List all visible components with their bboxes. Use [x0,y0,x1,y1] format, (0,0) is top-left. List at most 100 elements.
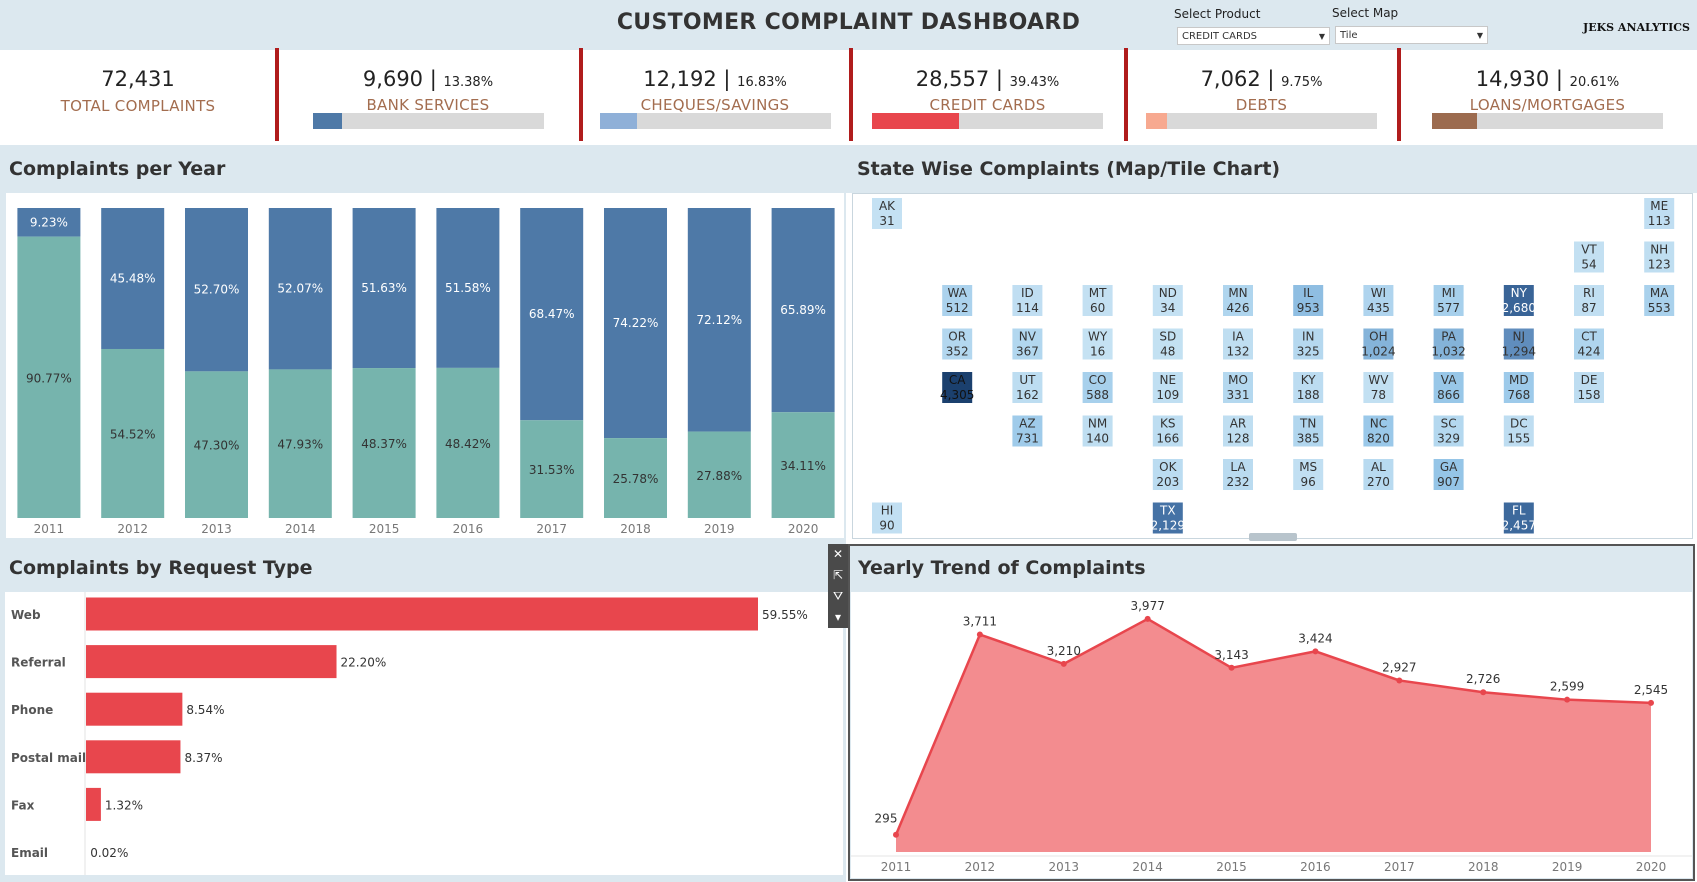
kpi-value: 9,690 | 13.38% [362,67,494,91]
state-count: 385 [1297,432,1320,446]
state-count: 1,294 [1502,345,1536,359]
state-code: TX [1159,504,1176,518]
kpi-divider [849,48,853,141]
x-tick-label: 2011 [34,522,65,536]
data-label: 34.11% [780,459,826,473]
state-tile-map: AK31ME113VT54NH123WA512ID114MT60ND34MN42… [872,198,1675,534]
data-label: 3,424 [1298,631,1332,645]
x-tick-label: 2016 [453,522,484,536]
kpi-share-bar [1146,113,1377,129]
kpi-card[interactable]: 28,557 | 39.43% CREDIT CARDS [850,50,1125,141]
kpi-label: DEBTS [1235,96,1288,114]
state-code: DC [1510,417,1528,431]
state-count: 78 [1371,388,1386,402]
close-icon[interactable]: ✕ [828,544,848,565]
state-code: NY [1511,286,1528,300]
state-code: LA [1230,460,1246,474]
x-tick-label: 2012 [117,522,148,536]
x-tick-label: 2015 [369,522,400,536]
x-tick-label: 2011 [881,860,912,874]
data-point [1564,696,1571,703]
popout-icon[interactable]: ⇱ [828,565,848,586]
state-count: 270 [1367,475,1390,489]
bar [86,645,337,679]
state-code: SC [1441,417,1457,431]
state-code: OK [1159,460,1177,474]
state-code: FL [1512,504,1526,518]
state-code: ID [1021,286,1034,300]
per-year-title: Complaints per Year [9,158,226,180]
data-label: 65.89% [780,303,826,317]
state-code: AZ [1019,417,1035,431]
data-point [1480,689,1487,696]
bar [86,692,183,726]
kpi-number: 28,557 [915,67,990,91]
state-code: NH [1650,243,1668,257]
data-label: 52.07% [277,282,323,296]
kpi-card[interactable]: 7,062 | 9.75% DEBTS [1125,50,1398,141]
x-tick-label: 2016 [1300,860,1331,874]
y-tick-label: Referral [11,656,66,670]
state-count: 188 [1297,388,1320,402]
kpi-share-bar [313,113,544,129]
data-label: 3,977 [1130,599,1164,613]
data-label: 51.58% [445,281,491,295]
kpi-card[interactable]: 72,431 TOTAL COMPLAINTS [0,50,276,141]
kpi-number: 12,192 [643,67,717,91]
select-product-dropdown[interactable]: CREDIT CARDS ▼ [1177,27,1330,45]
kpi-number: 14,930 [1475,67,1550,91]
kpi-card[interactable]: 12,192 | 16.83% CHEQUES/SAVINGS [580,50,850,141]
kpi-share-bar [1432,113,1663,129]
data-label: 3,711 [963,615,997,629]
state-code: KS [1160,417,1176,431]
state-count: 162 [1016,388,1039,402]
state-count: 140 [1086,432,1109,446]
kpi-share-fill [872,113,959,129]
state-count: 331 [1227,388,1250,402]
state-code: UT [1019,373,1036,387]
state-code: MS [1299,460,1317,474]
state-count: 329 [1437,432,1460,446]
kpi-divider [579,48,583,141]
state-count: 54 [1581,258,1596,272]
x-tick-label: 2020 [1636,860,1667,874]
state-count: 367 [1016,345,1039,359]
state-count: 123 [1648,258,1671,272]
dropdown-icon[interactable]: ▾ [828,607,848,628]
kpi-percent: 13.38% [443,75,494,90]
state-count: 34 [1160,301,1175,315]
state-code: SD [1159,330,1176,344]
kpi-card[interactable]: 9,690 | 13.38% BANK SERVICES [276,50,580,141]
brand-logo: JEKS ANALYTICS [1583,21,1690,34]
state-code: WY [1088,330,1108,344]
bar [86,787,101,821]
data-point [976,631,983,638]
state-count: 96 [1301,475,1316,489]
select-product-label: Select Product [1174,7,1261,21]
state-count: 31 [879,214,894,228]
state-code: IA [1232,330,1245,344]
data-label: 2,599 [1550,680,1584,694]
state-count: 512 [946,301,969,315]
kpi-divider [1397,48,1401,141]
y-tick-label: Phone [11,703,53,717]
state-count: 109 [1156,388,1179,402]
kpi-percent: 9.75% [1281,75,1323,90]
data-label: 31.53% [529,463,575,477]
state-code: KY [1301,373,1316,387]
x-tick-label: 2018 [1468,860,1499,874]
x-tick-label: 2019 [704,522,735,536]
x-tick-label: 2013 [201,522,232,536]
kpi-share-fill [1146,113,1168,129]
filter-icon[interactable]: ⛛ [828,586,848,607]
kpi-number: 7,062 [1200,67,1261,91]
resize-handle[interactable] [1249,533,1297,541]
yearly-trend-chart: 295 2011 3,711 2012 3,210 2013 3,977 2014 3,143 2… [851,592,1692,878]
kpi-share-bar [872,113,1103,129]
select-map-dropdown[interactable]: Tile ▼ [1335,26,1488,44]
kpi-divider [1124,48,1128,141]
state-count: 424 [1578,345,1601,359]
data-point [1144,615,1151,622]
x-tick-label: 2020 [788,522,819,536]
kpi-card[interactable]: 14,930 | 20.61% LOANS/MORTGAGES [1398,50,1697,141]
